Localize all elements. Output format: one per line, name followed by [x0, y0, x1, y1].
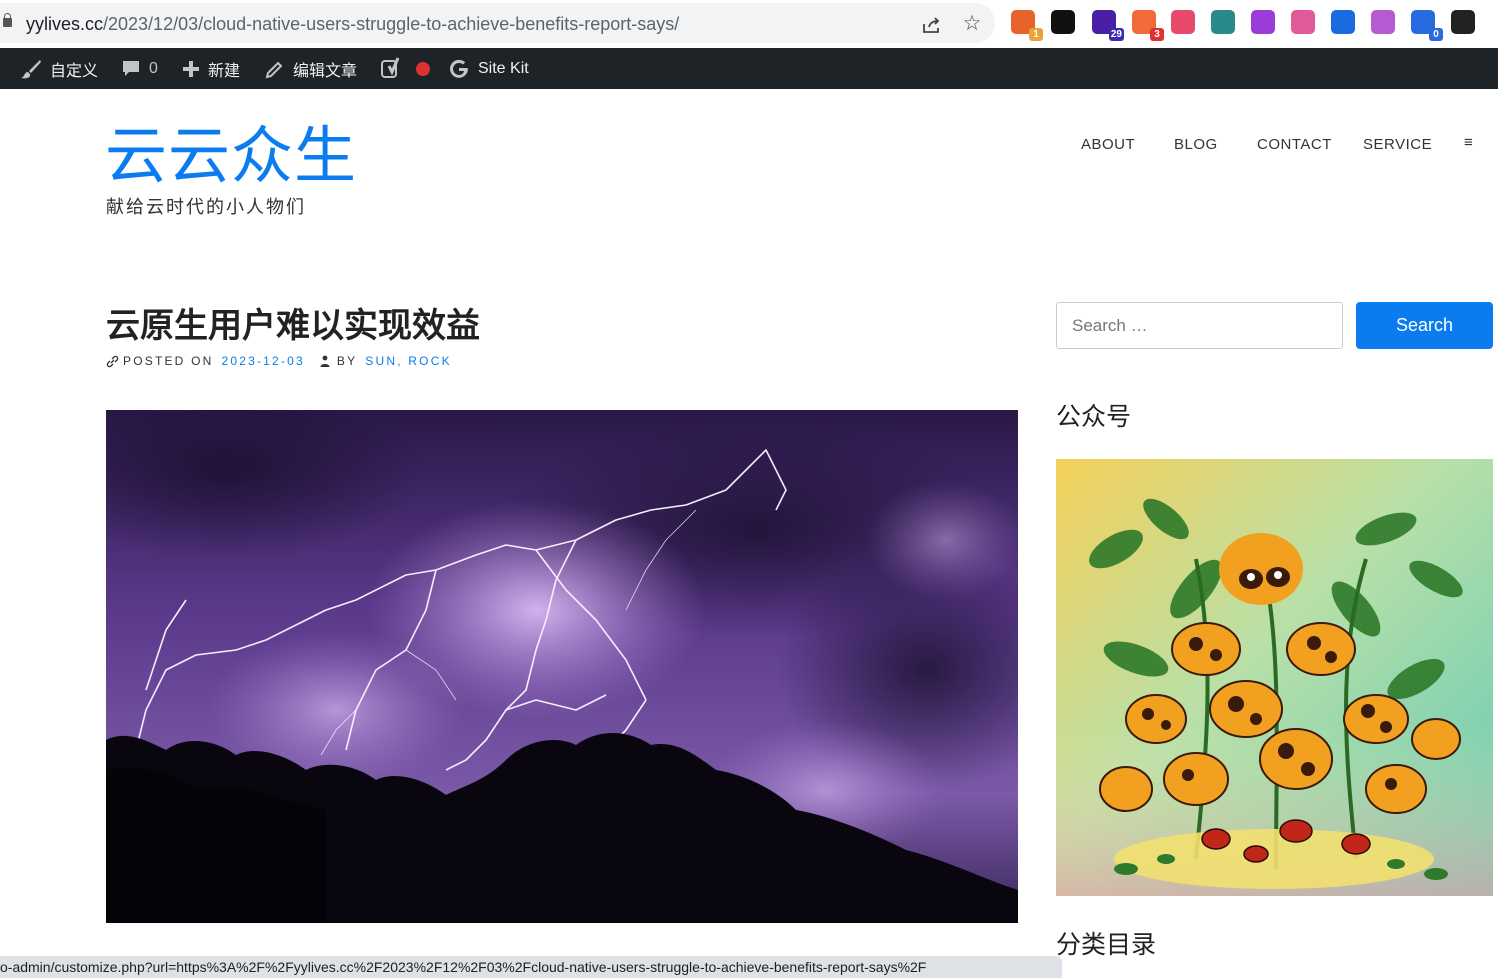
yoast-y-icon	[381, 56, 400, 78]
by-label: BY	[336, 354, 358, 368]
site-description: 献给云时代的小人物们	[106, 197, 306, 217]
search-button[interactable]: Search	[1356, 302, 1493, 349]
customize-link[interactable]: 自定义	[20, 48, 98, 89]
user-icon	[320, 355, 330, 367]
h-logo-icon[interactable]	[1451, 10, 1475, 34]
post-meta: POSTED ON 2023-12-03 BY SUN, ROCK	[106, 354, 452, 368]
comment-bubble-icon	[123, 60, 139, 76]
post-date-link[interactable]: 2023-12-03	[221, 354, 304, 368]
url-text[interactable]: yylives.cc/2023/12/03/cloud-native-users…	[26, 14, 679, 35]
pencil-icon	[265, 61, 283, 78]
nav-service[interactable]: SERVICE	[1363, 136, 1432, 153]
purple-circle-icon[interactable]	[1251, 10, 1275, 34]
lock-icon[interactable]	[3, 13, 12, 27]
widget-title-categories: 分类目录	[1056, 930, 1157, 959]
post-title: 云原生用户难以实现效益	[106, 306, 480, 346]
extension-badge: 0	[1429, 28, 1443, 41]
nav-blog[interactable]: BLOG	[1174, 136, 1218, 153]
plus-icon	[183, 60, 199, 77]
nav-contact[interactable]: CONTACT	[1257, 136, 1332, 153]
sitekit-label: Site Kit	[478, 59, 529, 77]
cloud-outline-icon[interactable]	[1291, 10, 1315, 34]
url-path: /2023/12/03/cloud-native-users-struggle-…	[103, 14, 680, 34]
sync-icon[interactable]: 0	[1411, 10, 1443, 41]
browser-toolbar: yylives.cc/2023/12/03/cloud-native-users…	[0, 0, 1498, 48]
graduation-cap-icon[interactable]: 29	[1092, 10, 1124, 41]
paintbrush-icon	[21, 59, 41, 78]
edit-post-link[interactable]: 编辑文章	[265, 48, 357, 89]
google-g-icon	[450, 59, 468, 78]
post-author-link[interactable]: SUN, ROCK	[365, 354, 451, 368]
link-icon	[106, 355, 119, 367]
nav-about[interactable]: ABOUT	[1081, 136, 1135, 153]
site-title[interactable]: 云云众生	[105, 120, 357, 192]
hamburger-menu-icon[interactable]: ≡	[1464, 134, 1473, 151]
comments-link[interactable]: 0	[121, 48, 158, 89]
openai-icon[interactable]	[1371, 10, 1395, 34]
new-content-link[interactable]: 新建	[182, 48, 240, 89]
posted-on-label: POSTED ON	[123, 354, 214, 368]
blue-arrow-icon[interactable]	[1331, 10, 1355, 34]
search-input[interactable]	[1056, 302, 1343, 349]
sitekit-link[interactable]: Site Kit	[448, 48, 529, 89]
featured-image-lightning-storm	[106, 410, 1018, 923]
url-host: yylives.cc	[26, 14, 104, 34]
qr-widget-image-ants-and-ladybugs	[1056, 459, 1493, 896]
extension-badge: 3	[1150, 28, 1164, 41]
edit-label: 编辑文章	[293, 62, 358, 80]
extension-badge: 29	[1108, 28, 1124, 41]
browser-window: yylives.cc/2023/12/03/cloud-native-users…	[0, 0, 1498, 978]
browser-status-bar: o-admin/customize.php?url=https%3A%2F%2F…	[0, 956, 1062, 978]
orange-bubbles-icon[interactable]: 3	[1132, 10, 1164, 41]
translate-icon[interactable]	[1171, 10, 1195, 34]
yoast-menu[interactable]	[380, 48, 430, 89]
comments-count: 0	[149, 59, 158, 77]
colorful-circle-ext-icon[interactable]: 1	[1011, 10, 1043, 41]
widget-title-official-account: 公众号	[1056, 402, 1132, 431]
new-label: 新建	[208, 62, 241, 80]
share-icon[interactable]	[920, 13, 944, 37]
bookmark-star-icon[interactable]: ☆	[960, 12, 984, 36]
circuit-icon[interactable]	[1211, 10, 1235, 34]
notion-icon[interactable]	[1051, 10, 1075, 34]
customize-label: 自定义	[50, 62, 99, 80]
yoast-status-dot	[416, 61, 430, 76]
wp-admin-bar: 自定义 0 新建 编辑文章 Site Kit	[0, 48, 1498, 89]
extension-badge: 1	[1029, 28, 1043, 41]
address-bar[interactable]: yylives.cc/2023/12/03/cloud-native-users…	[0, 3, 995, 43]
